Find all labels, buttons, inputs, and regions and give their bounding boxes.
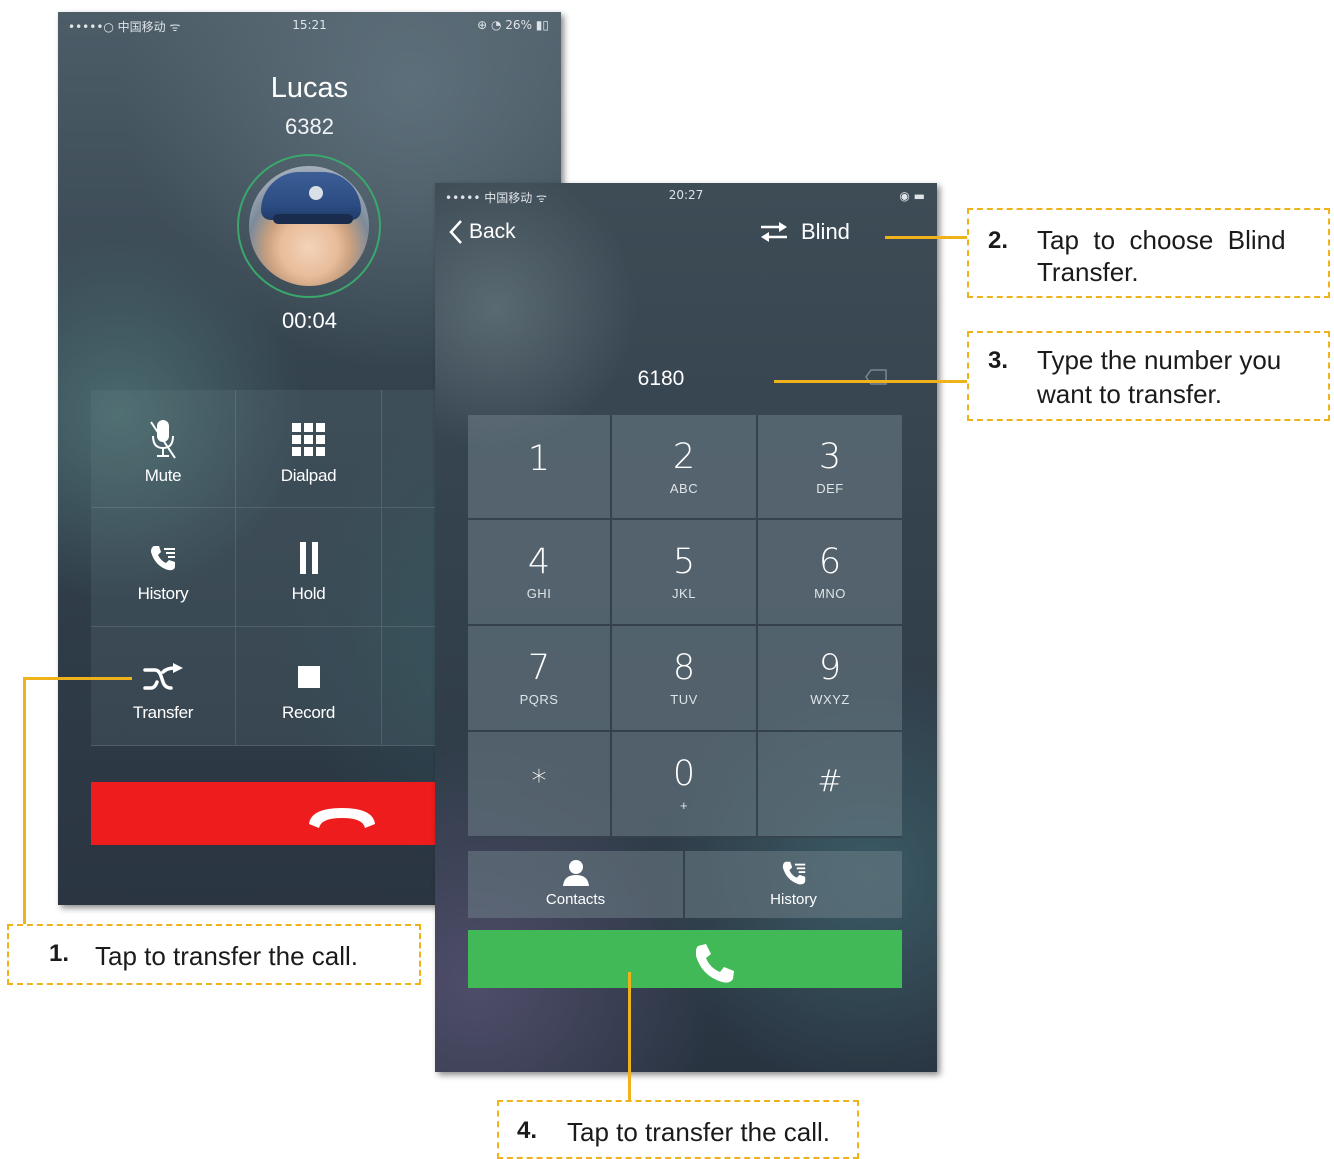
key-letters: MNO <box>814 586 846 601</box>
key-digit: 2 <box>672 437 696 477</box>
key-digit: # <box>817 764 843 799</box>
callout-1-text: Tap to transfer the call. <box>95 941 359 971</box>
key-4[interactable]: 4 GHI <box>468 520 612 626</box>
transfer-dialpad-screen: ••••• 中国移动 ᯤ 20:27 ◉ ▬ Back Blind 6180 1… <box>435 183 937 1072</box>
contacts-history-bar: Contacts History <box>468 851 902 918</box>
status-bar-2: ••••• 中国移动 ᯤ 20:27 ◉ ▬ <box>435 183 937 209</box>
key-letters: GHI <box>526 586 552 601</box>
caller-number: 6382 <box>285 114 334 139</box>
status-bar: •••••○ 中国移动 ᯤ 15:21 ⊕ ◔ 26% ▮▯ <box>58 12 561 38</box>
leader-line-1-vertical <box>23 677 26 925</box>
battery-status-2: ◉ ▬ <box>899 189 925 203</box>
back-button[interactable]: Back <box>449 219 516 245</box>
contacts-label: Contacts <box>545 891 606 908</box>
blind-transfer-button[interactable]: Blind <box>759 219 850 245</box>
key-9[interactable]: 9 WXYZ <box>758 626 902 732</box>
callout-4-text: Tap to transfer the call. <box>567 1117 831 1147</box>
key-letters: PQRS <box>519 692 559 707</box>
cap-badge <box>309 186 323 200</box>
blind-label: Blind <box>801 219 850 244</box>
key-letters: ABC <box>669 481 699 496</box>
key-digit: 5 <box>672 542 696 582</box>
key-digit: 0 <box>672 754 696 794</box>
key-star[interactable]: * <box>468 732 612 838</box>
swap-arrows-icon <box>761 222 787 242</box>
key-hash[interactable]: # <box>758 732 902 838</box>
callout-3: 3. Type the number you want to transfer. <box>967 331 1330 421</box>
transfer-icon <box>143 663 183 690</box>
dialpad-icon <box>291 423 325 456</box>
key-3[interactable]: 3 DEF <box>758 415 902 520</box>
mute-label: Mute <box>144 466 182 485</box>
battery-status: ⊕ ◔ 26% ▮▯ <box>477 18 549 32</box>
leader-line-2 <box>885 236 968 239</box>
key-6[interactable]: 6 MNO <box>758 520 902 626</box>
leader-line-1-horizontal <box>24 677 132 680</box>
callout-1: 1. Tap to transfer the call. <box>7 924 421 985</box>
dialpad-label: Dialpad <box>280 466 337 485</box>
contact-person-icon <box>562 860 589 886</box>
key-5[interactable]: 5 JKL <box>612 520 758 626</box>
key-digit: 3 <box>818 437 842 477</box>
key-letters: TUV <box>670 692 698 707</box>
mute-button[interactable]: Mute <box>91 390 236 508</box>
phone-handset-icon <box>696 944 734 983</box>
avatar <box>249 166 369 286</box>
pause-icon <box>299 542 318 574</box>
microphone-icon <box>150 420 176 459</box>
key-letters: WXYZ <box>810 692 850 707</box>
callout-2-step: 2. <box>988 227 1009 254</box>
history-button[interactable]: History <box>91 508 236 627</box>
callout-2: 2. Tap to choose Blind Transfer. <box>967 208 1330 298</box>
callout-2-line1: Tap to choose Blind <box>1037 225 1286 255</box>
caller-name: Lucas <box>270 72 349 104</box>
cap-brim <box>273 214 353 224</box>
key-8[interactable]: 8 TUV <box>612 626 758 732</box>
back-label: Back <box>469 220 516 243</box>
callout-4-step: 4. <box>517 1117 538 1144</box>
history-button-2[interactable]: History <box>685 851 902 918</box>
key-letters: JKL <box>672 586 696 601</box>
key-0[interactable]: 0 + <box>612 732 758 838</box>
transfer-button[interactable]: Transfer <box>91 627 236 746</box>
key-digit: 9 <box>818 648 842 688</box>
callout-2-line2: Transfer. <box>1037 257 1139 287</box>
stop-icon <box>297 666 320 688</box>
callout-3-line1: Type the number you <box>1037 345 1282 375</box>
end-call-icon <box>309 808 375 828</box>
call-history-icon <box>782 861 805 885</box>
status-time-2: 20:27 <box>668 188 704 202</box>
call-history-icon <box>151 546 175 571</box>
call-button[interactable] <box>468 930 902 988</box>
key-digit: 8 <box>672 648 696 688</box>
key-2[interactable]: 2 ABC <box>612 415 758 520</box>
history-label: History <box>137 584 189 603</box>
callout-4: 4. Tap to transfer the call. <box>497 1100 859 1159</box>
history-label-2: History <box>770 891 817 908</box>
leader-line-4 <box>628 972 631 1102</box>
leader-line-3 <box>774 380 968 383</box>
contacts-button[interactable]: Contacts <box>468 851 685 918</box>
dialed-number: 6180 <box>637 367 685 390</box>
chevron-left-icon <box>449 220 462 244</box>
key-letters: + <box>679 798 689 813</box>
key-digit: 6 <box>818 542 842 582</box>
key-7[interactable]: 7 PQRS <box>468 626 612 732</box>
record-label: Record <box>281 703 335 722</box>
key-digit: 1 <box>527 439 551 479</box>
key-digit: 7 <box>527 648 551 688</box>
transfer-label: Transfer <box>132 703 194 722</box>
keypad: 1 2 ABC 3 DEF 4 GHI 5 JKL 6 MNO 7 PQRS 8… <box>468 415 902 838</box>
record-button[interactable]: Record <box>236 627 382 746</box>
key-digit: 4 <box>527 542 551 582</box>
callout-3-step: 3. <box>988 347 1009 374</box>
key-1[interactable]: 1 <box>468 415 612 520</box>
hold-button[interactable]: Hold <box>236 508 382 627</box>
dialpad-button[interactable]: Dialpad <box>236 390 382 508</box>
key-digit: * <box>531 764 547 799</box>
hold-label: Hold <box>291 584 326 603</box>
callout-3-line2: want to transfer. <box>1037 379 1222 409</box>
key-letters: DEF <box>816 481 844 496</box>
callout-1-step: 1. <box>49 940 70 967</box>
